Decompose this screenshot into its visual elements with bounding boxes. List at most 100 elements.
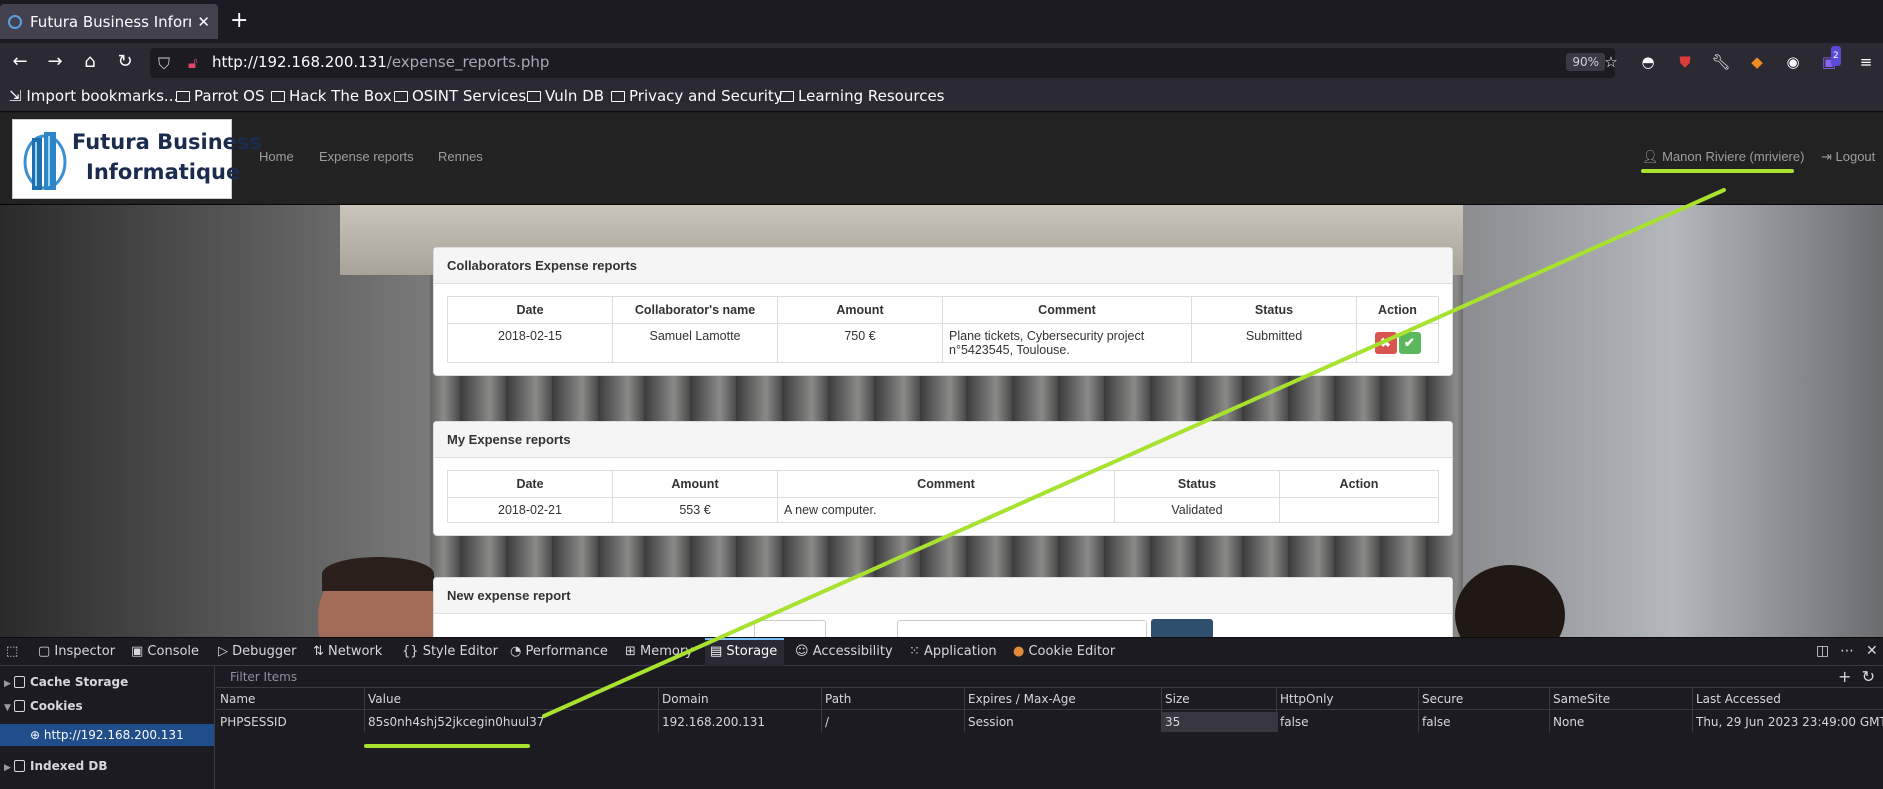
forward-arrow-icon[interactable]: → xyxy=(44,51,66,73)
cookie-size[interactable]: 35 xyxy=(1165,715,1180,729)
new-report-submit-button[interactable] xyxy=(1151,619,1213,637)
tab-accessibility[interactable]: ☺ Accessibility xyxy=(795,644,893,659)
nav-home[interactable]: Home xyxy=(259,149,294,164)
table-header-row: Name Value Domain Path Expires / Max-Age… xyxy=(216,688,1883,710)
table-row[interactable]: PHPSESSID 85s0nh4shj52jkcegin0huul37 192… xyxy=(216,711,1883,733)
console-icon: ▣ xyxy=(131,644,148,659)
reload-icon[interactable]: ↻ xyxy=(114,51,136,73)
col-last-accessed[interactable]: Last Accessed xyxy=(1696,692,1781,706)
tab-network[interactable]: ⇅ Network xyxy=(313,644,382,659)
accept-button[interactable]: ✔ xyxy=(1398,332,1421,354)
wrench-extension-icon[interactable]: 🔧︎ xyxy=(1711,52,1731,72)
mask-extension-icon[interactable]: ◓ xyxy=(1638,52,1658,72)
foxyproxy-extension-icon[interactable]: ◆ xyxy=(1747,52,1767,72)
cookie-name[interactable]: PHPSESSID xyxy=(220,715,287,729)
cookie-secure[interactable]: false xyxy=(1422,715,1451,729)
company-logo[interactable]: Futura Business Informatique xyxy=(12,119,262,199)
tracking-shield-icon[interactable]: ⛉ xyxy=(158,54,170,74)
tab-inspector[interactable]: ▢ Inspector xyxy=(38,644,115,659)
new-report-input[interactable] xyxy=(754,620,826,637)
hamburger-menu-icon[interactable]: ≡ xyxy=(1856,52,1876,72)
cookie-last-accessed[interactable]: Thu, 29 Jun 2023 23:49:00 GMT xyxy=(1696,715,1883,729)
url-bar[interactable]: ⛉ 🔓︎ http://192.168.200.131/expense_repo… xyxy=(150,48,1615,78)
bookmarks-toolbar: ⇲ Import bookmarks... Parrot OS Hack The… xyxy=(0,82,1883,112)
add-item-icon[interactable]: + xyxy=(1838,667,1851,686)
database-icon xyxy=(14,760,25,772)
cookie-path[interactable]: / xyxy=(825,715,829,729)
cookie-extension-icon[interactable]: ◉ xyxy=(1783,52,1803,72)
insecure-lock-icon[interactable]: 🔓︎ xyxy=(188,54,198,72)
col-header: Amount xyxy=(612,470,778,498)
sidebar-item-cookies[interactable]: ▼ Cookies xyxy=(4,699,83,713)
col-path[interactable]: Path xyxy=(825,692,851,706)
cell-amount: 553 € xyxy=(612,497,778,523)
debugger-icon: ▷ xyxy=(218,644,233,659)
bookmark-folder-learning[interactable]: Learning Resources xyxy=(780,87,945,105)
col-header: Comment xyxy=(777,470,1115,498)
style-editor-icon: {} xyxy=(402,644,423,659)
refresh-icon[interactable]: ↻ xyxy=(1862,667,1875,686)
cookie-value[interactable]: 85s0nh4shj52jkcegin0huul37 xyxy=(368,715,544,729)
bookmark-folder-parrot[interactable]: Parrot OS xyxy=(176,87,264,105)
current-user-link[interactable]: 👤︎ Manon Riviere (mriviere) xyxy=(1642,149,1804,165)
bookmark-star-icon[interactable]: ☆ xyxy=(1601,52,1621,72)
cookie-expires[interactable]: Session xyxy=(968,715,1014,729)
tab-style-editor[interactable]: {} Style Editor xyxy=(402,644,498,659)
cookie-samesite[interactable]: None xyxy=(1553,715,1584,729)
col-header: Comment xyxy=(942,296,1192,324)
back-arrow-icon[interactable]: ← xyxy=(9,51,31,73)
tab-close-icon[interactable]: ✕ xyxy=(197,13,210,31)
tab-memory[interactable]: ⊞ Memory xyxy=(625,644,693,659)
bookmark-folder-privacy[interactable]: Privacy and Security xyxy=(611,87,783,105)
dock-side-icon[interactable]: ◫ xyxy=(1816,643,1829,659)
new-tab-button[interactable]: + xyxy=(230,8,248,33)
devtools-panel: ⬚ ▢ Inspector ▣ Console ▷ Debugger ⇅ Net… xyxy=(0,637,1883,789)
col-samesite[interactable]: SameSite xyxy=(1553,692,1610,706)
col-header: Collaborator's name xyxy=(612,296,778,324)
col-name[interactable]: Name xyxy=(220,692,255,706)
col-httponly[interactable]: HttpOnly xyxy=(1280,692,1334,706)
building-logo-icon xyxy=(23,132,67,190)
bookmark-folder-osint[interactable]: OSINT Services xyxy=(394,87,526,105)
new-report-comment-input[interactable] xyxy=(897,620,1147,637)
tab-console[interactable]: ▣ Console xyxy=(131,644,199,659)
globe-icon: ⊕ xyxy=(30,728,44,742)
tab-storage[interactable]: ▤ Storage xyxy=(710,644,777,659)
browser-tab[interactable]: Futura Business Informat ✕ xyxy=(0,4,218,39)
bookmark-import[interactable]: ⇲ Import bookmarks... xyxy=(9,87,178,105)
cookie-httponly[interactable]: false xyxy=(1280,715,1309,729)
sidebar-item-cache-storage[interactable]: ▶ Cache Storage xyxy=(4,675,128,689)
filter-items-bar[interactable]: Filter Items + ↻ xyxy=(216,666,1883,688)
tab-application[interactable]: ⁙ Application xyxy=(909,644,997,659)
more-options-icon[interactable]: ⋯ xyxy=(1840,643,1854,659)
bookmark-folder-htb[interactable]: Hack The Box xyxy=(271,87,392,105)
home-icon[interactable]: ⌂ xyxy=(79,51,101,73)
cookie-domain[interactable]: 192.168.200.131 xyxy=(662,715,765,729)
logout-link[interactable]: ⇥ Logout xyxy=(1821,149,1875,165)
element-picker-icon[interactable]: ⬚ xyxy=(6,644,18,659)
reject-button[interactable]: ✖ xyxy=(1374,332,1397,354)
ublock-extension-icon[interactable]: ⛊ xyxy=(1675,52,1695,72)
user-icon: 👤︎ xyxy=(1642,149,1663,164)
col-size[interactable]: Size xyxy=(1165,692,1190,706)
bookmark-folder-vulndb[interactable]: Vuln DB xyxy=(527,87,604,105)
sidebar-item-indexed-db[interactable]: ▶ Indexed DB xyxy=(4,759,108,773)
purple-extension-icon[interactable]: ▣ 2 xyxy=(1819,46,1841,72)
close-devtools-icon[interactable]: ✕ xyxy=(1866,643,1878,659)
nav-expense-reports[interactable]: Expense reports xyxy=(319,149,414,164)
cell-comment: Plane tickets, Cybersecurity project n°54… xyxy=(942,323,1192,363)
filter-input[interactable]: Filter Items xyxy=(230,670,297,684)
tab-cookie-editor[interactable]: ● Cookie Editor xyxy=(1013,644,1115,659)
nav-rennes[interactable]: Rennes xyxy=(438,149,483,164)
zoom-level-badge[interactable]: 90% xyxy=(1566,53,1605,71)
col-expires[interactable]: Expires / Max-Age xyxy=(968,692,1076,706)
folder-icon xyxy=(176,91,190,102)
url-text[interactable]: http://192.168.200.131/expense_reports.p… xyxy=(212,53,549,71)
sidebar-item-cookie-host[interactable]: ⊕ http://192.168.200.131 xyxy=(30,728,184,742)
application-icon: ⁙ xyxy=(909,644,925,659)
tab-performance[interactable]: ◔ Performance xyxy=(510,644,608,659)
col-domain[interactable]: Domain xyxy=(662,692,709,706)
col-secure[interactable]: Secure xyxy=(1422,692,1463,706)
col-value[interactable]: Value xyxy=(368,692,401,706)
tab-debugger[interactable]: ▷ Debugger xyxy=(218,644,297,659)
